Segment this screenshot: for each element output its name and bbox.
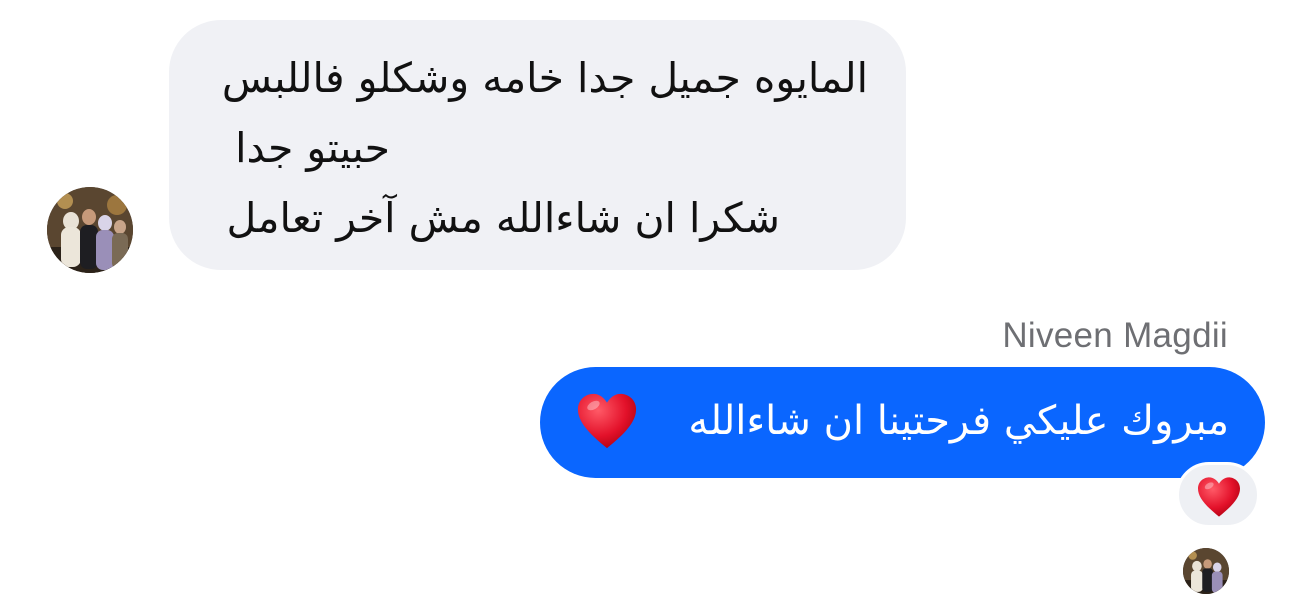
- chat-thread: المايوه جميل جدا خامه وشكلو فاللبس حبيتو…: [0, 0, 1290, 597]
- avatar-photo: [1183, 548, 1229, 594]
- contact-avatar[interactable]: [47, 187, 133, 273]
- sender-name: Niveen Magdii: [1002, 316, 1228, 355]
- incoming-message-line: المايوه جميل جدا خامه وشكلو فاللبس: [221, 54, 868, 102]
- outgoing-message-text: مبروك عليكي فرحتينا ان شاءالله: [688, 398, 1229, 444]
- incoming-message-bubble[interactable]: المايوه جميل جدا خامه وشكلو فاللبس حبيتو…: [169, 20, 906, 270]
- heart-icon: [577, 393, 637, 449]
- avatar-photo: [47, 187, 133, 273]
- message-reaction[interactable]: [1176, 462, 1260, 528]
- outgoing-message-bubble[interactable]: مبروك عليكي فرحتينا ان شاءالله: [540, 367, 1265, 478]
- incoming-message-line: حبيتو جدا: [235, 124, 390, 172]
- heart-icon: [1198, 477, 1240, 517]
- read-receipt-avatar: [1183, 548, 1229, 594]
- incoming-message-line: شكرا ان شاءالله مش آخر تعامل: [226, 194, 780, 242]
